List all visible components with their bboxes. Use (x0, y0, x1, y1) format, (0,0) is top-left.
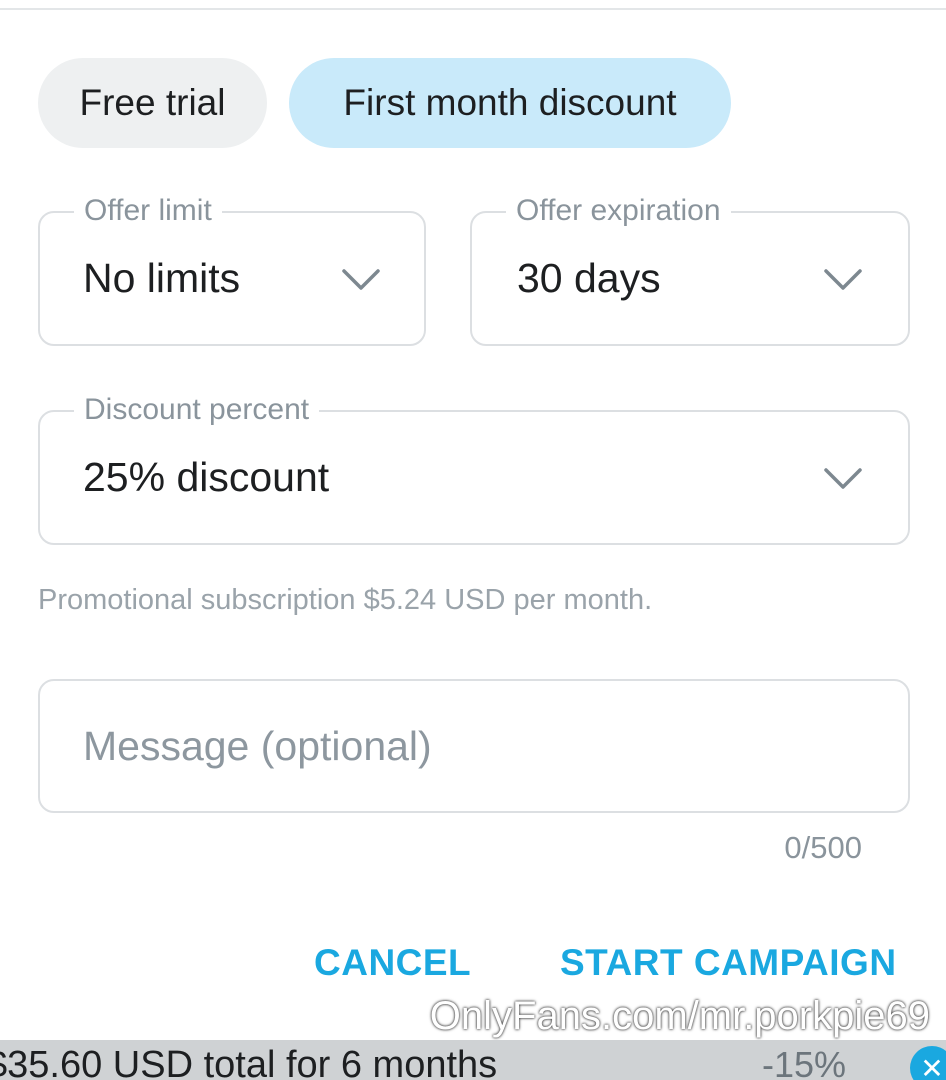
message-input[interactable]: Message (optional) (38, 679, 910, 813)
tab-first-month-discount[interactable]: First month discount (289, 58, 731, 148)
chevron-down-icon (824, 467, 862, 489)
watermark: OnlyFans.com/mr.porkpie69 (429, 994, 930, 1038)
offer-expiration-select[interactable]: Offer expiration 30 days (470, 193, 910, 346)
divider (0, 8, 946, 10)
bottom-bar: $35.60 USD total for 6 months -15% ✕ (0, 1040, 946, 1080)
chevron-down-icon (824, 268, 862, 290)
close-icon[interactable]: ✕ (910, 1046, 946, 1080)
chevron-down-icon (342, 268, 380, 290)
tab-free-trial-label: Free trial (79, 82, 226, 123)
tab-first-month-discount-label: First month discount (343, 82, 677, 123)
campaign-type-tabs: Free trial First month discount (38, 58, 731, 148)
bundle-total-text: $35.60 USD total for 6 months (0, 1044, 498, 1080)
offer-limit-value: No limits (83, 255, 241, 301)
discount-percent-select[interactable]: Discount percent 25% discount (38, 392, 910, 545)
tab-free-trial[interactable]: Free trial (38, 58, 267, 148)
campaign-dialog: Free trial First month discount Offer li… (0, 0, 946, 1080)
message-placeholder: Message (optional) (83, 722, 432, 769)
cancel-button[interactable]: CANCEL (314, 942, 471, 992)
start-campaign-button[interactable]: START CAMPAIGN (560, 942, 897, 992)
bundle-discount-text: -15% (762, 1044, 847, 1080)
promotional-price-text: Promotional subscription $5.24 USD per m… (38, 584, 653, 616)
character-counter: 0/500 (784, 830, 862, 865)
offer-expiration-value: 30 days (517, 255, 661, 301)
offer-limit-select[interactable]: Offer limit No limits (38, 193, 426, 346)
discount-percent-value: 25% discount (83, 454, 330, 500)
